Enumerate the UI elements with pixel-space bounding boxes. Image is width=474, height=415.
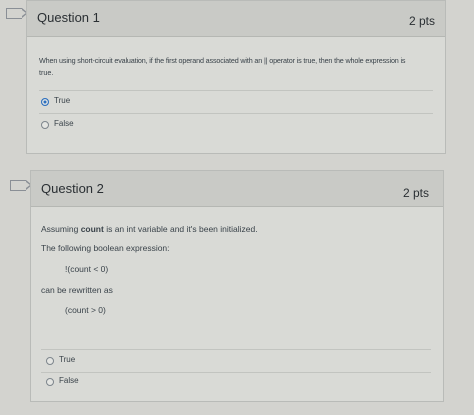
answer-label: True: [59, 355, 76, 364]
question-prompt: When using short-circuit evaluation, if …: [39, 56, 406, 65]
code-expression: !(count < 0): [65, 264, 109, 274]
answer-divider: [41, 349, 431, 350]
answer-label: False: [54, 119, 74, 128]
question-points: 2 pts: [402, 186, 429, 200]
answer-divider: [41, 372, 431, 373]
question-card: Question 2 2 pts Assuming count is an in…: [30, 170, 444, 402]
radio-button[interactable]: [46, 378, 54, 386]
question-title: Question 2: [41, 181, 104, 196]
question-title: Question 1: [37, 10, 100, 25]
prompt-text: is an int variable and it's been initial…: [103, 224, 258, 234]
flag-question-icon[interactable]: [10, 179, 32, 191]
radio-button[interactable]: [41, 121, 49, 129]
question-card: Question 1 2 pts When using short-circui…: [26, 0, 446, 154]
question-prompt-line: The following boolean expression:: [41, 243, 170, 253]
prompt-text: Assuming: [41, 224, 81, 234]
radio-button[interactable]: [46, 357, 54, 365]
flag-question-icon[interactable]: [6, 7, 28, 19]
answer-label: True: [54, 96, 71, 105]
answer-option-false[interactable]: False: [41, 374, 431, 390]
answer-divider: [39, 90, 433, 91]
question-prompt: Assuming count is an int variable and it…: [41, 224, 258, 234]
answer-option-true[interactable]: True: [41, 353, 431, 369]
question-header: Question 1 2 pts: [27, 1, 445, 37]
prompt-keyword: count: [80, 224, 104, 234]
answer-option-true[interactable]: True: [39, 94, 429, 110]
answer-option-false[interactable]: False: [39, 117, 429, 133]
radio-button[interactable]: [41, 98, 49, 106]
question-header: Question 2 2 pts: [31, 171, 443, 207]
question-prompt-line: can be rewritten as: [41, 285, 113, 295]
code-expression: (count > 0): [65, 305, 106, 315]
answer-divider: [39, 113, 433, 114]
question-points: 2 pts: [408, 14, 435, 28]
question-prompt-continued: true.: [39, 68, 54, 77]
answer-label: False: [59, 376, 79, 385]
